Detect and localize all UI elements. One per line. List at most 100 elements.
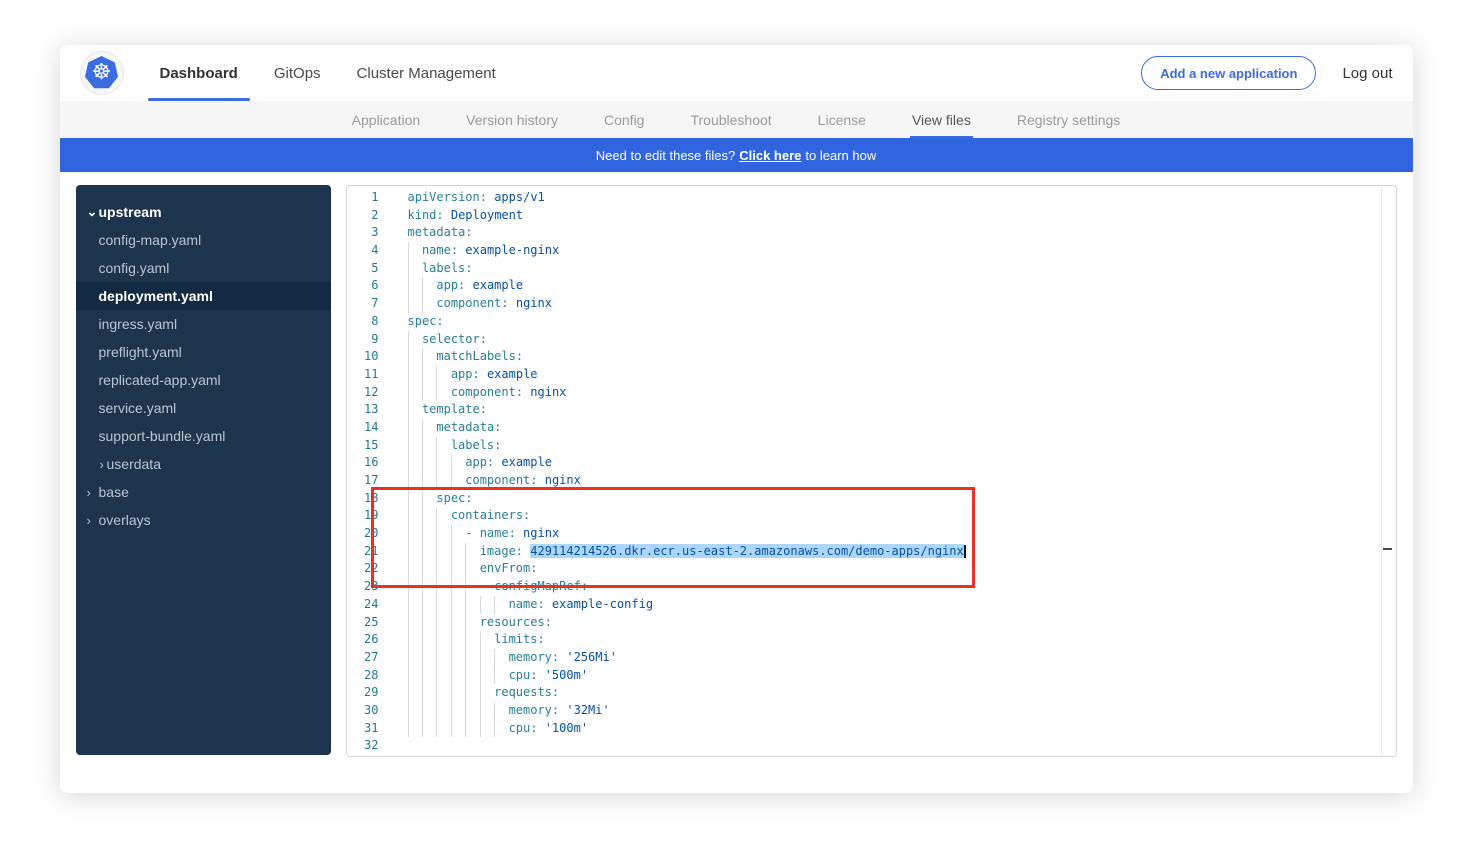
code-line[interactable]: 11app: example: [347, 366, 1396, 384]
code-line[interactable]: 4name: example-nginx: [347, 242, 1396, 260]
indent-guide-line: [451, 472, 465, 490]
banner-text-suffix: to learn how: [805, 148, 876, 163]
code-line[interactable]: 16app: example: [347, 454, 1396, 472]
tree-item-base[interactable]: ›base: [76, 478, 331, 506]
yaml-key: spec:: [408, 314, 444, 328]
line-number: 25: [347, 614, 379, 632]
code-line[interactable]: 30memory: '32Mi': [347, 702, 1396, 720]
tree-item-ingress-yaml[interactable]: ingress.yaml: [76, 310, 331, 338]
code-line[interactable]: 17component: nginx: [347, 472, 1396, 490]
code-text: metadata:: [408, 419, 502, 437]
tree-item-replicated-app-yaml[interactable]: replicated-app.yaml: [76, 366, 331, 394]
code-line[interactable]: 26limits:: [347, 631, 1396, 649]
add-application-button[interactable]: Add a new application: [1141, 56, 1316, 90]
code-line[interactable]: 3metadata:: [347, 224, 1396, 242]
indent-guide-line: [480, 684, 494, 702]
yaml-key: apiVersion:: [408, 190, 487, 204]
line-number: 11: [347, 366, 379, 384]
code-line[interactable]: 10matchLabels:: [347, 348, 1396, 366]
nav-item-gitops[interactable]: GitOps: [256, 45, 339, 101]
tab-version-history[interactable]: Version history: [466, 101, 558, 138]
code-line[interactable]: 1apiVersion: apps/v1: [347, 189, 1396, 207]
code-line[interactable]: 20- name: nginx: [347, 525, 1396, 543]
indent-guide-line: [408, 543, 422, 561]
line-number: 13: [347, 401, 379, 419]
code-line[interactable]: 2kind: Deployment: [347, 207, 1396, 225]
code-line[interactable]: 18spec:: [347, 490, 1396, 508]
code-text: requests:: [408, 684, 560, 702]
code-line[interactable]: 19containers:: [347, 507, 1396, 525]
tree-item-preflight-yaml[interactable]: preflight.yaml: [76, 338, 331, 366]
indent-guide-line: [465, 631, 479, 649]
indent-guide-line: [408, 260, 422, 278]
click-here-link[interactable]: Click here: [739, 148, 801, 163]
code-editor[interactable]: 1apiVersion: apps/v12kind: Deployment3me…: [346, 185, 1397, 757]
code-text: image: 429114214526.dkr.ecr.us-east-2.am…: [408, 543, 966, 561]
line-number: 22: [347, 560, 379, 578]
code-line[interactable]: 24name: example-config: [347, 596, 1396, 614]
indent-guide-line: [465, 596, 479, 614]
indent-guide-line: [480, 631, 494, 649]
indent-guide-line: [408, 331, 422, 349]
tree-item-config-map-yaml[interactable]: config-map.yaml: [76, 226, 331, 254]
indent-guide-line: [408, 560, 422, 578]
code-line[interactable]: 27memory: '256Mi': [347, 649, 1396, 667]
indent-guide-line: [436, 543, 450, 561]
top-navbar-actions: Add a new application Log out: [1141, 56, 1392, 90]
code-text: kind: Deployment: [408, 207, 524, 225]
tab-registry-settings[interactable]: Registry settings: [1017, 101, 1120, 138]
indent-guide-line: [408, 490, 422, 508]
code-line[interactable]: 22envFrom:: [347, 560, 1396, 578]
code-line[interactable]: 21image: 429114214526.dkr.ecr.us-east-2.…: [347, 543, 1396, 561]
yaml-key: - configMapRef:: [480, 579, 588, 593]
tree-item-upstream[interactable]: ⌄upstream: [76, 198, 331, 226]
indent-guide-line: [480, 596, 494, 614]
chevron-right-icon: ›: [87, 513, 91, 528]
tree-item-deployment-yaml[interactable]: deployment.yaml: [76, 282, 331, 310]
tree-item-label: upstream: [99, 204, 162, 220]
code-line[interactable]: 25resources:: [347, 614, 1396, 632]
indent-guide-line: [451, 667, 465, 685]
indent-guide-line: [422, 631, 436, 649]
code-line[interactable]: 7component: nginx: [347, 295, 1396, 313]
indent-guide-line: [408, 242, 422, 260]
tree-item-support-bundle-yaml[interactable]: support-bundle.yaml: [76, 422, 331, 450]
tab-license[interactable]: License: [818, 101, 866, 138]
tab-application[interactable]: Application: [352, 101, 421, 138]
nav-item-dashboard[interactable]: Dashboard: [142, 45, 256, 101]
indent-guide-line: [465, 543, 479, 561]
line-number: 28: [347, 667, 379, 685]
code-line[interactable]: 12component: nginx: [347, 384, 1396, 402]
tab-view-files[interactable]: View files: [912, 101, 971, 138]
code-line[interactable]: 28cpu: '500m': [347, 667, 1396, 685]
tree-item-overlays[interactable]: ›overlays: [76, 506, 331, 534]
tree-item-service-yaml[interactable]: service.yaml: [76, 394, 331, 422]
yaml-value: '32Mi': [559, 703, 610, 717]
code-line[interactable]: 14metadata:: [347, 419, 1396, 437]
code-line[interactable]: 29requests:: [347, 684, 1396, 702]
tree-item-label: base: [99, 484, 129, 500]
code-line[interactable]: 9selector:: [347, 331, 1396, 349]
indent-guide-line: [436, 684, 450, 702]
indent-guide-line: [408, 384, 422, 402]
code-line[interactable]: 13template:: [347, 401, 1396, 419]
yaml-key: selector:: [422, 332, 487, 346]
code-line[interactable]: 32: [347, 737, 1396, 755]
code-line[interactable]: 31cpu: '100m': [347, 720, 1396, 738]
indent-guide-line: [494, 702, 508, 720]
indent-guide-line: [408, 720, 422, 738]
yaml-key: app:: [451, 367, 480, 381]
tab-config[interactable]: Config: [604, 101, 644, 138]
code-line[interactable]: 5labels:: [347, 260, 1396, 278]
indent-guide-line: [408, 295, 422, 313]
nav-item-cluster-management[interactable]: Cluster Management: [339, 45, 514, 101]
tab-troubleshoot[interactable]: Troubleshoot: [690, 101, 771, 138]
logout-link[interactable]: Log out: [1342, 65, 1392, 82]
code-line[interactable]: 6app: example: [347, 277, 1396, 295]
tree-item-userdata[interactable]: ›userdata: [76, 450, 331, 478]
code-line[interactable]: 8spec:: [347, 313, 1396, 331]
code-line[interactable]: 23- configMapRef:: [347, 578, 1396, 596]
code-text: memory: '256Mi': [408, 649, 617, 667]
tree-item-config-yaml[interactable]: config.yaml: [76, 254, 331, 282]
code-line[interactable]: 15labels:: [347, 437, 1396, 455]
